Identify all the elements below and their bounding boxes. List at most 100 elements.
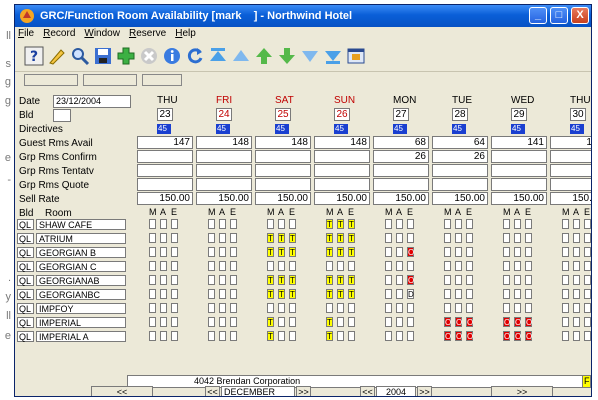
availability-slot[interactable]	[562, 303, 569, 313]
tentative-cell[interactable]	[491, 164, 547, 177]
availability-slot[interactable]	[160, 317, 167, 327]
availability-slot[interactable]	[230, 331, 237, 341]
availability-slot[interactable]: T	[326, 247, 333, 257]
availability-slot[interactable]	[171, 331, 178, 341]
availability-slot[interactable]	[584, 233, 591, 243]
availability-slot[interactable]	[348, 317, 355, 327]
availability-slot[interactable]	[525, 275, 532, 285]
availability-slot[interactable]	[514, 261, 521, 271]
availability-slot[interactable]	[171, 275, 178, 285]
room-name[interactable]: ATRIUM	[36, 233, 126, 244]
availability-slot[interactable]	[503, 233, 510, 243]
availability-slot[interactable]	[444, 261, 451, 271]
availability-slot[interactable]	[514, 233, 521, 243]
date-field[interactable]: 23/12/2004	[53, 95, 131, 108]
availability-slot[interactable]	[584, 331, 591, 341]
availability-slot[interactable]: T	[348, 247, 355, 257]
availability-slot[interactable]	[562, 261, 569, 271]
sell-rate-cell[interactable]: 150.00	[550, 192, 591, 205]
availability-slot[interactable]	[230, 233, 237, 243]
availability-slot[interactable]	[396, 233, 403, 243]
quote-cell[interactable]	[550, 178, 591, 191]
availability-slot[interactable]: T	[289, 289, 296, 299]
confirm-cell[interactable]	[196, 150, 252, 163]
availability-slot[interactable]: T	[326, 219, 333, 229]
availability-slot[interactable]	[444, 247, 451, 257]
availability-slot[interactable]	[396, 317, 403, 327]
availability-slot[interactable]	[503, 303, 510, 313]
close-button[interactable]: X	[571, 7, 589, 24]
availability-slot[interactable]: T	[337, 233, 344, 243]
availability-slot[interactable]	[208, 233, 215, 243]
availability-slot[interactable]	[584, 219, 591, 229]
quote-cell[interactable]	[491, 178, 547, 191]
availability-slot[interactable]	[562, 219, 569, 229]
availability-slot[interactable]	[160, 303, 167, 313]
availability-slot[interactable]: O	[466, 317, 473, 327]
availability-slot[interactable]	[573, 275, 580, 285]
availability-slot[interactable]	[407, 331, 414, 341]
availability-slot[interactable]	[171, 233, 178, 243]
quote-cell[interactable]	[432, 178, 488, 191]
availability-slot[interactable]	[396, 247, 403, 257]
confirm-cell[interactable]	[550, 150, 591, 163]
availability-slot[interactable]	[573, 261, 580, 271]
quote-cell[interactable]	[137, 178, 193, 191]
availability-slot[interactable]	[208, 303, 215, 313]
availability-slot[interactable]	[160, 275, 167, 285]
availability-slot[interactable]	[562, 317, 569, 327]
availability-slot[interactable]	[219, 289, 226, 299]
availability-slot[interactable]	[171, 247, 178, 257]
tentative-cell[interactable]	[432, 164, 488, 177]
tentative-cell[interactable]	[314, 164, 370, 177]
availability-slot[interactable]: T	[326, 289, 333, 299]
availability-slot[interactable]	[385, 261, 392, 271]
availability-slot[interactable]	[562, 233, 569, 243]
sell-rate-cell[interactable]: 150.00	[137, 192, 193, 205]
availability-slot[interactable]	[466, 261, 473, 271]
sell-rate-cell[interactable]: 150.00	[196, 192, 252, 205]
availability-slot[interactable]: O	[525, 331, 532, 341]
first-icon[interactable]	[208, 45, 228, 67]
availability-slot[interactable]: T	[278, 233, 285, 243]
availability-slot[interactable]	[444, 289, 451, 299]
tentative-cell[interactable]	[137, 164, 193, 177]
availability-slot[interactable]	[385, 247, 392, 257]
menu-file[interactable]: File	[18, 28, 34, 39]
guest-rooms-cell[interactable]: 141	[491, 136, 547, 149]
room-name[interactable]: GEORGIAN C	[36, 261, 126, 272]
prev-page-button[interactable]: <<	[91, 386, 153, 396]
availability-slot[interactable]	[230, 289, 237, 299]
availability-slot[interactable]	[407, 261, 414, 271]
availability-slot[interactable]	[267, 303, 274, 313]
availability-slot[interactable]	[160, 331, 167, 341]
quote-cell[interactable]	[314, 178, 370, 191]
availability-slot[interactable]: T	[326, 317, 333, 327]
sell-rate-cell[interactable]: 150.00	[491, 192, 547, 205]
info-icon[interactable]	[162, 45, 182, 67]
availability-slot[interactable]	[573, 303, 580, 313]
availability-slot[interactable]	[348, 303, 355, 313]
availability-slot[interactable]: O	[444, 317, 451, 327]
guest-rooms-cell[interactable]: 147	[137, 136, 193, 149]
availability-slot[interactable]	[503, 247, 510, 257]
availability-slot[interactable]: O	[514, 331, 521, 341]
availability-slot[interactable]	[562, 289, 569, 299]
availability-slot[interactable]	[407, 219, 414, 229]
availability-slot[interactable]: O	[444, 331, 451, 341]
availability-slot[interactable]	[219, 275, 226, 285]
availability-slot[interactable]	[171, 289, 178, 299]
cancel-icon[interactable]	[139, 45, 159, 67]
availability-slot[interactable]: T	[326, 331, 333, 341]
next-icon[interactable]	[300, 45, 320, 67]
availability-slot[interactable]: T	[267, 331, 274, 341]
availability-slot[interactable]	[337, 303, 344, 313]
quote-cell[interactable]	[373, 178, 429, 191]
availability-slot[interactable]: O	[503, 331, 510, 341]
availability-slot[interactable]: D	[407, 289, 414, 299]
availability-slot[interactable]: O	[503, 317, 510, 327]
availability-slot[interactable]	[503, 275, 510, 285]
availability-slot[interactable]	[396, 331, 403, 341]
availability-slot[interactable]	[525, 303, 532, 313]
refresh-icon[interactable]	[185, 45, 205, 67]
